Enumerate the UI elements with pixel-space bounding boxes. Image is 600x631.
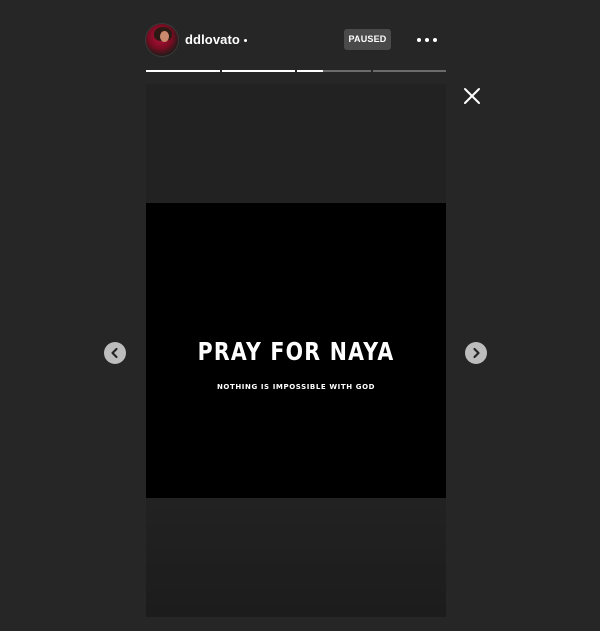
story-header: ddlovato PAUSED [146, 24, 446, 56]
story-progress-bar [146, 70, 446, 72]
story-bottom-band [146, 498, 446, 617]
progress-segment-fill [221, 70, 295, 72]
previous-story-button[interactable] [104, 342, 126, 364]
user-avatar[interactable] [146, 24, 178, 56]
chevron-right-icon [473, 347, 480, 359]
progress-segment-fill [146, 70, 220, 72]
story-subline: NOTHING IS IMPOSSIBLE WITH GOD [216, 383, 376, 391]
story-top-band [146, 84, 446, 203]
chevron-left-icon [111, 347, 118, 359]
progress-segment [221, 70, 295, 72]
username-link[interactable]: ddlovato [185, 32, 240, 47]
story-headline: PRAY FOR NAYA [197, 337, 395, 366]
close-icon[interactable] [462, 86, 482, 106]
more-dot [425, 38, 429, 42]
progress-segment [297, 70, 371, 72]
story-viewer: PRAY FOR NAYA NOTHING IS IMPOSSIBLE WITH… [0, 0, 600, 631]
more-dot [417, 38, 421, 42]
avatar-face [160, 31, 169, 42]
next-story-button[interactable] [465, 342, 487, 364]
separator-dot [244, 39, 247, 42]
story-frame[interactable]: PRAY FOR NAYA NOTHING IS IMPOSSIBLE WITH… [146, 84, 446, 617]
more-options-icon[interactable] [416, 32, 438, 48]
progress-segment-fill [297, 70, 323, 72]
progress-segment [146, 70, 220, 72]
more-dot [433, 38, 437, 42]
status-badge: PAUSED [344, 29, 391, 50]
progress-segment [372, 70, 446, 72]
